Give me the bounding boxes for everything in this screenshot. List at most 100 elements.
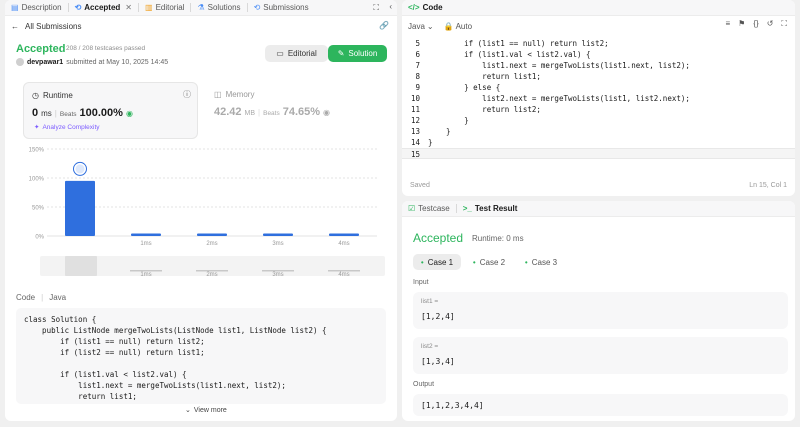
submission-panel: ▤ Description ⟲ Accepted ✕ ▥ Editorial ⚗… [5,0,397,421]
line-number: 15 [410,150,420,159]
code-line: list1.next = mergeTwoLists(list1.next, l… [24,381,286,390]
editor-line: 7 list1.next = mergeTwoLists(list1.next,… [402,60,795,71]
tab-editorial[interactable]: ▥ Editorial [139,0,190,16]
runtime-card[interactable]: ◷ Runtime ⓘ 0 ms | Beats 100.00% ◉ ✦ Ana… [23,82,198,139]
view-more-button[interactable]: ⌄ View more [185,406,227,415]
language-select[interactable]: Java ⌄ [408,22,434,31]
memory-values: 42.42 MB | Beats 74.65% ◉ [214,106,331,118]
close-icon[interactable]: ✕ [125,3,132,12]
tab-description[interactable]: ▤ Description [5,0,68,16]
analyze-complexity-link[interactable]: ✦ Analyze Complexity [34,123,100,132]
runtime-value: 0 [32,107,39,119]
editorial-button[interactable]: ▭ Editorial [265,45,328,62]
editor-line: 10 list2.next = mergeTwoLists(list1, lis… [402,93,795,104]
submitter-row: devpawar1 submitted at May 10, 2025 14:4… [16,58,168,66]
edit-icon: ✎ [337,49,345,58]
code-preview: class Solution { public ListNode mergeTw… [16,308,386,404]
format-icon[interactable]: ≡ [726,19,731,29]
maximize-icon[interactable]: ⛶ [373,3,379,13]
test-result-panel: ☑ Testcase >_ Test Result Accepted Runti… [402,201,795,421]
solution-button[interactable]: ✎ Solution [328,45,387,62]
line-number: 14 [410,138,420,147]
username[interactable]: devpawar1 [27,59,63,66]
line-number: 11 [410,105,420,114]
mini-x-label: 3ms [272,272,283,278]
mini-x-label: 2ms [206,272,217,278]
code-editor[interactable]: 5 if (list1 == null) return list2; 6 if (… [402,38,795,160]
tab-test-result[interactable]: >_ Test Result [457,201,524,217]
memory-unit: MB [244,110,256,117]
language-value: Java [408,21,425,31]
code-line: return list1; [24,392,137,401]
code-editor-panel: </> Code Java ⌄ 🔒 Auto ≡ ⚑ {} ↺ ⛶ 5 if (li… [402,0,795,196]
tab-code[interactable]: </> Code [402,0,449,16]
line-number: 5 [415,39,420,48]
lock-icon: 🔒 [443,21,454,31]
back-label: All Submissions [25,22,82,31]
medal-icon: ◉ [125,109,133,118]
y-tick-label: 100% [29,177,45,183]
line-text: } [428,127,451,136]
braces-icon[interactable]: {} [753,19,758,29]
line-number: 6 [415,50,420,59]
code-line: if (list1.val < list2.val) { [24,370,187,379]
clock-icon: ◷ [32,91,39,100]
line-number: 9 [415,83,420,92]
mini-x-label: 4ms [338,272,349,278]
checkbox-icon: ☑ [408,204,416,213]
medal-icon: ◉ [323,108,331,117]
input-list2: list2 = [1,3,4] [413,337,788,374]
line-number: 12 [410,116,420,125]
tab-submissions[interactable]: ⟲ Submissions [248,0,315,16]
tab-label: Editorial [155,3,185,12]
line-number: 13 [410,127,420,136]
bar-3ms [263,233,293,236]
line-text: return list2; [428,105,541,114]
result-runtime: Runtime: 0 ms [472,234,524,243]
reset-icon[interactable]: ↺ [767,19,774,29]
history-icon: ⟲ [253,3,261,12]
code-icon: </> [408,3,420,12]
collapse-icon[interactable]: ‹ [389,2,392,11]
result-tabbar: ☑ Testcase >_ Test Result [402,201,795,217]
case-tab-3[interactable]: • Case 3 [517,254,565,270]
back-to-submissions[interactable]: ← All Submissions [11,22,81,31]
code-tabbar: </> Code [402,0,795,16]
memory-card[interactable]: ◫ Memory 42.42 MB | Beats 74.65% ◉ [210,82,380,139]
link-icon[interactable]: 🔗 [379,21,389,30]
avatar[interactable] [16,58,24,66]
y-tick-label: 50% [32,206,45,212]
auto-toggle[interactable]: 🔒 Auto [444,22,472,31]
output-value: [1,1,2,3,4,4] [421,401,484,410]
bookmark-icon[interactable]: ⚑ [738,19,745,29]
case-tab-1[interactable]: • Case 1 [413,254,461,270]
input-label: Input [413,279,429,286]
code-line: class Solution { [24,315,97,324]
x-tick-label: 4ms [338,241,349,247]
code-lang: Java [49,293,67,302]
beats-label: Beats [59,111,77,118]
editor-status-right: Ln 15, Col 1 [749,182,787,189]
x-tick-label: 1ms [140,241,151,247]
line-text: return list1; [428,72,541,81]
line-number: 7 [415,61,420,70]
editor-line: 8 return list1; [402,71,795,82]
submitted-time: submitted at May 10, 2025 14:45 [66,58,169,66]
tab-label: Description [21,3,62,12]
tab-solutions[interactable]: ⚗ Solutions [191,0,246,16]
tab-accepted[interactable]: ⟲ Accepted ✕ [69,0,138,16]
input-name: list1 = [421,298,439,305]
case-tab-2[interactable]: • Case 2 [465,254,513,270]
editorial-button-label: Editorial [287,49,317,58]
info-icon[interactable]: ⓘ [183,89,191,100]
memory-label: Memory [225,90,255,99]
runtime-distribution-chart: 150% 100% 50% 0% 1ms 2ms 3ms 4ms 1ms 2ms 3ms 4ms [29,148,385,278]
line-text: } [428,116,469,125]
line-text: list1.next = mergeTwoLists(list1.next, l… [428,61,690,70]
testcases-passed: 208 / 208 testcases passed [66,45,146,52]
tab-testcase[interactable]: ☑ Testcase [402,201,456,217]
bar-2ms [197,233,227,236]
fullscreen-icon[interactable]: ⛶ [781,19,787,29]
input-value: [1,2,4] [421,312,455,321]
